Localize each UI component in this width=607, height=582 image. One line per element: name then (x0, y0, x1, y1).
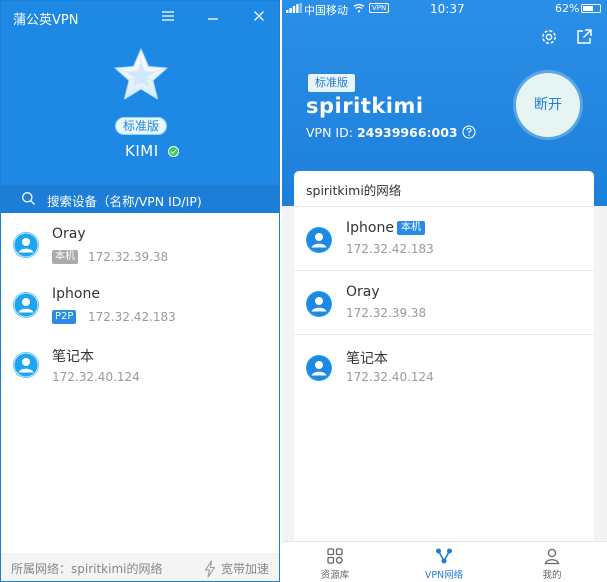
share-icon[interactable] (574, 27, 594, 47)
device-name: 笔记本 (52, 349, 94, 365)
device-search-input[interactable]: 搜索设备（名称/VPN ID/IP) (1, 185, 279, 213)
bandwidth-boost-button[interactable]: 宽带加速 (203, 558, 269, 578)
screenshot-root: 蒲公英VPN 标准版 KIMI 搜索设备（名称/VPN ID/IP) Oray … (0, 0, 607, 582)
battery-percent: 62% (555, 2, 580, 15)
desktop-footer: 所属网络：spiritkimi的网络 宽带加速 (1, 553, 279, 581)
search-placeholder: 搜索设备（名称/VPN ID/IP) (47, 194, 202, 209)
clock: 10:37 (430, 2, 465, 16)
signal-icon (286, 3, 302, 13)
tab-label: VPN网络 (424, 570, 464, 581)
battery-icon (581, 4, 601, 13)
tab-label: 资源库 (320, 570, 350, 581)
vpn-status-badge: VPN (369, 3, 390, 13)
device-ip: 172.32.42.183 (88, 310, 176, 324)
device-name: 笔记本 (346, 351, 388, 367)
device-ip: 172.32.39.38 (88, 250, 169, 264)
minimize-icon[interactable] (203, 6, 223, 26)
network-title: spiritkimi的网络 (306, 183, 402, 198)
device-avatar-icon (13, 292, 39, 318)
tab-label: 我的 (542, 570, 562, 581)
edition-badge: 标准版 (115, 117, 168, 135)
device-avatar-icon (306, 227, 332, 253)
device-row-laptop[interactable]: 笔记本 172.32.40.124 (1, 333, 279, 393)
online-status-icon (168, 146, 179, 157)
desktop-device-list: Oray 本机 172.32.39.38 Iphone P2P 172.32.4… (1, 213, 279, 393)
search-icon (21, 191, 36, 206)
device-name: Oray (346, 284, 380, 300)
device-avatar-icon (306, 355, 332, 381)
desktop-header: 蒲公英VPN 标准版 KIMI (1, 1, 279, 185)
device-row-iphone[interactable]: Iphone P2P 172.32.42.183 (1, 273, 279, 333)
vpn-id-row: VPN ID: 24939966:003 (306, 125, 476, 140)
desktop-client-window: 蒲公英VPN 标准版 KIMI 搜索设备（名称/VPN ID/IP) Oray … (0, 0, 280, 582)
network-icon (436, 548, 452, 564)
battery-level (583, 6, 593, 11)
device-row-oray[interactable]: Oray 172.32.39.38 (294, 271, 594, 335)
device-name: Oray (52, 226, 86, 242)
mobile-app-screen: 中国移动 VPN 10:37 62% 标准版 spiritkimi VPN ID… (282, 0, 607, 582)
tab-resource-library[interactable]: 资源库 (300, 542, 370, 582)
settings-gear-icon[interactable] (539, 27, 559, 47)
app-title: 蒲公英VPN (13, 13, 79, 28)
tab-vpn-network[interactable]: VPN网络 (409, 542, 479, 582)
device-ip: 172.32.39.38 (346, 306, 427, 320)
device-avatar-icon (13, 352, 39, 378)
network-label: 所属网络：spiritkimi的网络 (11, 562, 163, 576)
menu-icon[interactable] (158, 6, 178, 26)
edition-star-icon (112, 46, 170, 104)
edition-badge: 标准版 (308, 74, 355, 92)
bandwidth-boost-label: 宽带加速 (221, 562, 270, 576)
user-icon (544, 548, 560, 565)
device-row-oray[interactable]: Oray 本机 172.32.39.38 (1, 213, 279, 273)
bottom-tab-bar: 资源库 VPN网络 我的 (282, 541, 607, 582)
device-row-laptop[interactable]: 笔记本 172.32.40.124 (294, 335, 594, 399)
network-card: spiritkimi的网络 Iphone 本机 172.32.42.183 Or… (294, 171, 594, 541)
grid-icon (327, 548, 343, 564)
device-name: Iphone (346, 220, 394, 236)
device-ip: 172.32.40.124 (346, 370, 434, 384)
close-icon[interactable] (249, 6, 269, 26)
carrier-label: 中国移动 (304, 4, 348, 17)
vpn-id-value: 24939966:003 (356, 125, 458, 140)
device-name: Iphone (52, 286, 100, 302)
device-ip: 172.32.42.183 (346, 242, 434, 256)
lightning-icon (204, 559, 216, 578)
device-ip: 172.32.40.124 (52, 370, 140, 384)
disconnect-button[interactable]: 断开 (516, 73, 580, 137)
status-bar: 中国移动 VPN 10:37 62% (282, 0, 607, 18)
device-row-iphone[interactable]: Iphone 本机 172.32.42.183 (294, 207, 594, 271)
local-device-badge: 本机 (52, 250, 78, 264)
p2p-badge: P2P (52, 310, 77, 324)
device-avatar-icon (306, 291, 332, 317)
local-device-badge: 本机 (397, 221, 425, 235)
username: KIMI (125, 142, 159, 160)
vpn-id-label: VPN ID: (306, 125, 353, 140)
wifi-icon (353, 3, 365, 13)
tab-profile[interactable]: 我的 (517, 542, 587, 582)
help-icon[interactable] (462, 125, 476, 139)
device-avatar-icon (13, 232, 39, 258)
username: spiritkimi (306, 94, 424, 118)
